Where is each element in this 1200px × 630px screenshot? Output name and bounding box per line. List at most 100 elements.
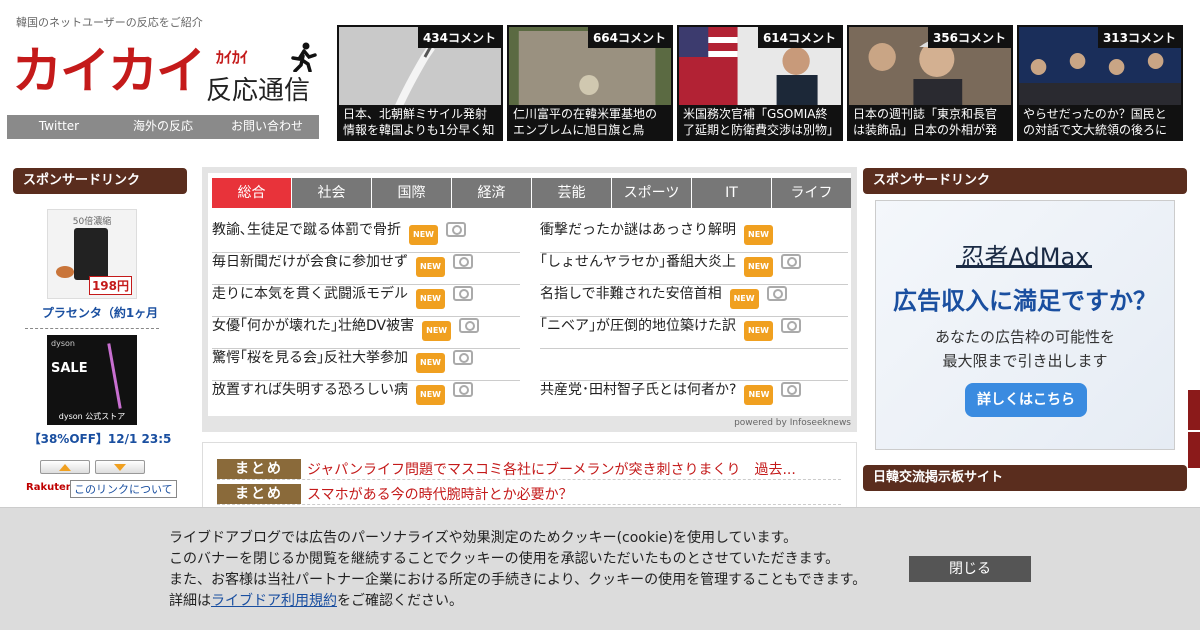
news-item[interactable]: ｢しょせんヤラセか｣番組大炎上 NEW <box>540 253 848 285</box>
news-title: 走りに本気を貫く武闘派モデル <box>212 286 408 302</box>
camera-icon <box>445 222 466 237</box>
news-title: 教諭､生徒足で蹴る体罰で骨折 <box>212 222 401 238</box>
camera-icon <box>452 350 473 365</box>
news-panel: 総合 社会 国際 経済 芸能 スポーツ IT ライフ 教諭､生徒足で蹴る体罰で骨… <box>202 167 857 432</box>
matome-item[interactable]: まとめ ジャパンライフ問題でマスコミ各社にブーメランが突き刺さりまくり 過去..… <box>217 458 841 480</box>
ad1-top-text: 50倍濃縮 <box>72 217 112 227</box>
news-title: 女優｢何かが壊れた｣壮絶DV被害 <box>212 318 415 334</box>
featured-article[interactable]: 434コメント 日本、北朝鮮ミサイル発射情報を韓国よりも1分早く知ら <box>337 25 503 141</box>
nav-overseas[interactable]: 海外の反応 <box>111 115 215 139</box>
news-item[interactable]: 走りに本気を貫く武闘派モデル NEW <box>212 285 520 317</box>
tab-sports[interactable]: スポーツ <box>612 178 691 208</box>
placenta-ad-image[interactable]: 50倍濃縮 198円 <box>47 209 137 299</box>
cookie-banner: ライブドアブログでは広告のパーソナライズや効果測定のためクッキー(cookie)… <box>0 507 1200 630</box>
matome-panel: まとめ ジャパンライフ問題でマスコミ各社にブーメランが突き刺さりまくり 過去..… <box>202 442 857 512</box>
admax-sub1: あなたの広告枠の可能性を <box>934 328 1115 346</box>
matome-title: スマホがある今の時代腕時計とか必要か？ <box>307 486 573 503</box>
matome-tag: まとめ <box>217 458 301 479</box>
nav-twitter[interactable]: Twitter <box>7 115 111 139</box>
cookie-close-button[interactable]: 閉じる <box>909 556 1031 582</box>
about-link[interactable]: このリンクについて <box>70 480 177 498</box>
new-badge: NEW <box>744 225 773 245</box>
matome-title: ジャパンライフ問題でマスコミ各社にブーメランが突き刺さりまくり 過去... <box>307 461 796 478</box>
nav-contact[interactable]: お問い合わせ <box>215 115 319 139</box>
cookie-line: 詳細はライブドア利用規約をご確認ください。 <box>169 591 866 612</box>
news-item[interactable]: 女優｢何かが壊れた｣壮絶DV被害 NEW <box>212 317 520 349</box>
news-title: 放置すれば失明する恐ろしい病 <box>212 382 408 398</box>
admax-details-button[interactable]: 詳しくはこちら <box>965 383 1087 417</box>
vacuum-shape <box>107 343 122 409</box>
new-badge: NEW <box>416 289 445 309</box>
news-tabs: 総合 社会 国際 経済 芸能 スポーツ IT ライフ <box>212 178 852 208</box>
edge-tab[interactable] <box>1188 390 1200 430</box>
ad-next-button[interactable] <box>95 460 145 474</box>
news-item[interactable]: 放置すれば失明する恐ろしい病 NEW <box>212 381 520 413</box>
admax-headline: 広告収入に満足ですか？ <box>893 287 1157 315</box>
arrow-down-icon <box>114 464 126 471</box>
tab-entertainment[interactable]: 芸能 <box>532 178 611 208</box>
site-logo[interactable]: カイカイ ｶｲｶｲ 反応通信 <box>10 42 320 106</box>
cookie-line: このバナーを閉じるか閲覧を継続することでクッキーの使用を承認いただいたものとさせ… <box>169 551 840 567</box>
powered-by: powered by Infoseeknews <box>734 418 851 428</box>
camera-icon <box>452 286 473 301</box>
news-item[interactable]: 名指しで非難された安倍首相 NEW <box>540 285 848 317</box>
news-title: 共産党･田村智子氏とは何者か? <box>540 382 737 398</box>
left-sponsor-heading: スポンサードリンク <box>13 168 187 194</box>
featured-article[interactable]: 664コメント 仁川富平の在韓米軍基地のエンブレムに旭日旗と鳥居？… <box>507 25 673 141</box>
camera-icon <box>780 318 801 333</box>
site-tagline: 韓国のネットユーザーの反応をご紹介 <box>16 16 203 29</box>
new-badge: NEW <box>416 353 445 373</box>
cookie-text: ライブドアブログでは広告のパーソナライズや効果測定のためクッキー(cookie)… <box>169 528 866 612</box>
admax-ad[interactable]: 忍者AdMax 広告収入に満足ですか？ あなたの広告枠の可能性を 最大限まで引き… <box>875 200 1175 450</box>
ad-divider <box>25 328 159 329</box>
new-badge: NEW <box>744 321 773 341</box>
tab-economy[interactable]: 経済 <box>452 178 531 208</box>
logo-sub-text: 反応通信 <box>206 76 311 106</box>
comment-count: 434コメント <box>417 27 501 48</box>
news-item[interactable]: 教諭､生徒足で蹴る体罰で骨折 NEW <box>212 221 520 253</box>
tab-it[interactable]: IT <box>692 178 771 208</box>
tab-life[interactable]: ライフ <box>772 178 851 208</box>
supplement-dish <box>56 266 74 278</box>
news-item[interactable]: 驚愕｢桜を見る会｣反社大挙参加 NEW <box>212 349 520 381</box>
right-sponsor-heading: スポンサードリンク <box>863 168 1187 194</box>
terms-link[interactable]: ライブドア利用規約 <box>211 593 337 609</box>
featured-article[interactable]: 313コメント やらせだったのか？国民との対話で文大統領の後ろに映っ <box>1017 25 1183 141</box>
new-badge: NEW <box>416 385 445 405</box>
new-badge: NEW <box>416 257 445 277</box>
ad2-store: dyson 公式ストア <box>58 412 126 421</box>
news-column-right: 衝撃だったか謎はあっさり解明 NEW ｢しょせんヤラセか｣番組大炎上 NEW 名指し… <box>540 221 848 413</box>
new-badge: NEW <box>729 289 759 309</box>
top-nav: Twitter 海外の反応 お問い合わせ <box>7 115 319 139</box>
news-item[interactable]: 共産党･田村智子氏とは何者か? NEW <box>540 381 848 413</box>
news-item[interactable]: ｢ニベア｣が圧倒的地位築けた訳 NEW <box>540 317 848 349</box>
featured-article[interactable]: 356コメント 日本の週刊誌「東京和長官は装飾品」日本の外相が発言し <box>847 25 1013 141</box>
featured-article[interactable]: 614コメント 米国務次官補「GSOMIA終了延期と防衛費交渉は別物」認 <box>677 25 843 141</box>
article-caption: 米国務次官補「GSOMIA終了延期と防衛費交渉は別物」認 <box>679 105 841 139</box>
news-title: ｢しょせんヤラセか｣番組大炎上 <box>540 254 736 270</box>
logo-kana-text: ｶｲｶｲ <box>216 48 249 67</box>
article-caption: 日本の週刊誌「東京和長官は装飾品」日本の外相が発言し <box>849 105 1011 139</box>
arrow-up-icon <box>59 464 71 471</box>
tab-international[interactable]: 国際 <box>372 178 451 208</box>
cookie-line4-pre: 詳細は <box>169 593 211 609</box>
comment-count: 664コメント <box>587 27 671 48</box>
brand-underline <box>956 265 1092 268</box>
ad1-label[interactable]: プラセンタ（約1ヶ月 <box>15 304 185 321</box>
article-caption: やらせだったのか？国民との対話で文大統領の後ろに映っ <box>1019 105 1181 139</box>
cookie-line4-post: をご確認ください。 <box>337 593 463 609</box>
news-title: 驚愕｢桜を見る会｣反社大挙参加 <box>212 350 408 366</box>
edge-tab[interactable] <box>1188 432 1200 468</box>
featured-thumbs: 434コメント 日本、北朝鮮ミサイル発射情報を韓国よりも1分早く知ら 664コメ… <box>337 25 1183 141</box>
matome-item[interactable]: まとめ スマホがある今の時代腕時計とか必要か？ <box>217 483 841 505</box>
dyson-ad-image[interactable]: dyson SALE dyson 公式ストア <box>47 335 137 425</box>
tab-society[interactable]: 社会 <box>292 178 371 208</box>
news-item[interactable]: 衝撃だったか謎はあっさり解明 NEW <box>540 221 848 253</box>
cookie-line: ライブドアブログでは広告のパーソナライズや効果測定のためクッキー(cookie)… <box>169 530 798 546</box>
news-item[interactable]: 毎日新聞だけが会食に参加せず NEW <box>212 253 520 285</box>
tab-general[interactable]: 総合 <box>212 178 291 208</box>
ad-prev-button[interactable] <box>40 460 90 474</box>
ad2-label[interactable]: 【38%OFF】12/1 23:5 <box>15 430 185 447</box>
ad2-sale: SALE <box>51 361 88 376</box>
comment-count: 313コメント <box>1097 27 1181 48</box>
